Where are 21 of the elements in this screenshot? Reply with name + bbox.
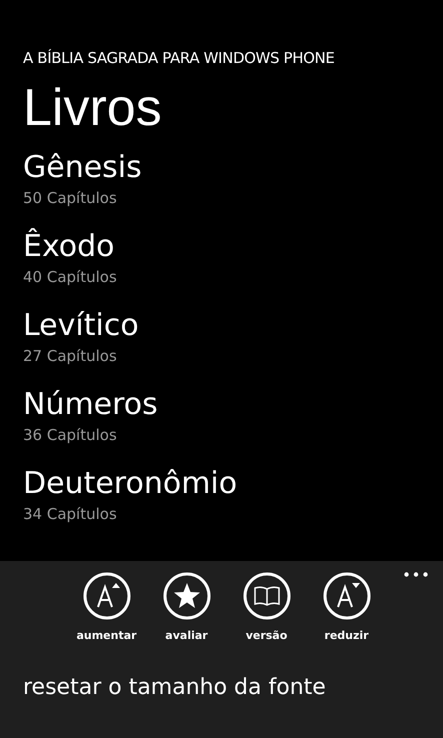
app-bar-button[interactable]: aumentar (76, 572, 138, 643)
font-increase-icon (82, 572, 130, 620)
chapter-count: 34 Capítulos (23, 504, 117, 524)
chapter-count: 40 Capítulos (23, 267, 117, 287)
menu-item[interactable]: resetar o tamanho da fonte (23, 673, 326, 703)
chapter-count: 27 Capítulos (23, 346, 117, 366)
book-name[interactable]: Levítico (23, 306, 139, 346)
book-name[interactable]: Deuteronômio (23, 464, 238, 504)
more-icon[interactable] (404, 572, 428, 577)
book-icon (242, 572, 290, 620)
book-name[interactable]: Gênesis (23, 148, 142, 188)
rate-button[interactable]: avaliar (156, 572, 218, 643)
page-title: Livros (23, 78, 163, 138)
app-bar-button[interactable]: reduzir (316, 572, 378, 643)
chapter-count: 36 Capítulos (23, 425, 117, 445)
app-bar-button[interactable]: versão (236, 572, 298, 643)
book-name[interactable]: Êxodo (23, 227, 115, 267)
book-name[interactable]: Números (23, 385, 158, 425)
app-title: A BÍBLIA SAGRADA PARA WINDOWS PHONE (23, 48, 336, 68)
font-decrease-icon (322, 572, 370, 620)
chapter-count: 50 Capítulos (23, 188, 117, 208)
